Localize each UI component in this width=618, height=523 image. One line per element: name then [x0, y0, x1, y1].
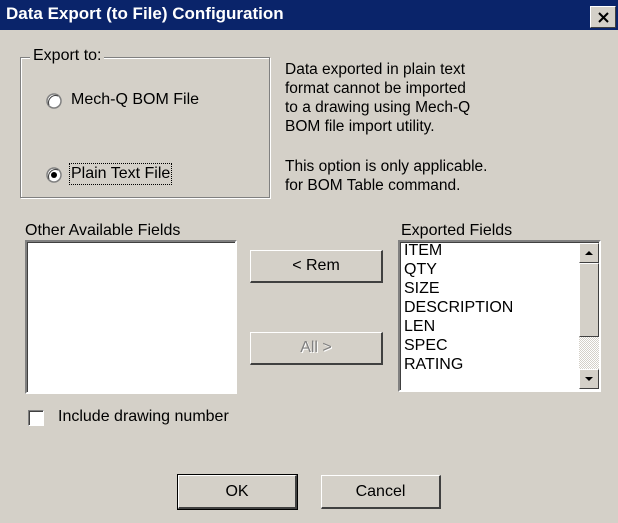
radio-plain-text-label[interactable]: Plain Text File [68, 163, 173, 185]
cancel-button-label: Cancel [355, 483, 406, 500]
radio-plain-text[interactable] [46, 167, 62, 183]
arrow-down-icon [585, 377, 593, 381]
add-all-button-label: All > [300, 339, 332, 356]
title-bar: Data Export (to File) Configuration [0, 0, 618, 30]
info-text-block-a: Data exported in plain text format canno… [285, 60, 470, 136]
list-item[interactable]: QTY [404, 261, 437, 279]
info-line: Data exported in plain text [285, 61, 466, 78]
close-icon [598, 12, 609, 23]
list-item[interactable]: ITEM [404, 242, 442, 260]
export-to-legend: Export to: [30, 47, 105, 65]
radio-selected-dot [51, 172, 57, 178]
ok-button-label: OK [225, 483, 249, 500]
info-line: format cannot be imported [285, 80, 466, 97]
scrollbar-thumb[interactable] [579, 263, 599, 337]
list-item[interactable]: DESCRIPTION [404, 299, 513, 317]
radio-mechq-bom[interactable] [46, 93, 62, 109]
list-item[interactable]: SPEC [404, 337, 448, 355]
info-line: This option is only applicable. [285, 158, 488, 175]
include-drawing-number-label[interactable]: Include drawing number [58, 408, 229, 426]
exported-fields-scrollbar[interactable] [579, 243, 599, 389]
add-all-button[interactable]: All > [250, 332, 383, 365]
remove-button[interactable]: < Rem [250, 250, 383, 283]
radio-mechq-bom-label[interactable]: Mech-Q BOM File [71, 91, 199, 109]
list-item[interactable]: LEN [404, 318, 435, 336]
close-button[interactable] [590, 6, 616, 28]
scroll-down-button[interactable] [579, 369, 599, 389]
info-line: to a drawing using Mech-Q [285, 99, 471, 116]
info-line: for BOM Table command. [285, 177, 461, 194]
scroll-up-button[interactable] [579, 243, 599, 263]
include-drawing-number-checkbox[interactable] [28, 410, 44, 426]
info-text-block-b: This option is only applicable. for BOM … [285, 157, 487, 195]
list-item[interactable]: SIZE [404, 280, 440, 298]
exported-fields-list[interactable]: ITEM QTY SIZE DESCRIPTION LEN SPEC RATIN… [398, 240, 601, 392]
remove-button-label: < Rem [292, 257, 340, 274]
window-title: Data Export (to File) Configuration [6, 4, 284, 23]
list-item[interactable]: RATING [404, 356, 463, 374]
available-fields-label: Other Available Fields [25, 222, 181, 239]
arrow-up-icon [585, 251, 593, 255]
cancel-button[interactable]: Cancel [321, 475, 441, 509]
info-line: BOM file import utility. [285, 118, 435, 135]
ok-button[interactable]: OK [177, 474, 298, 510]
exported-fields-label: Exported Fields [401, 222, 513, 239]
available-fields-list[interactable] [25, 240, 237, 394]
